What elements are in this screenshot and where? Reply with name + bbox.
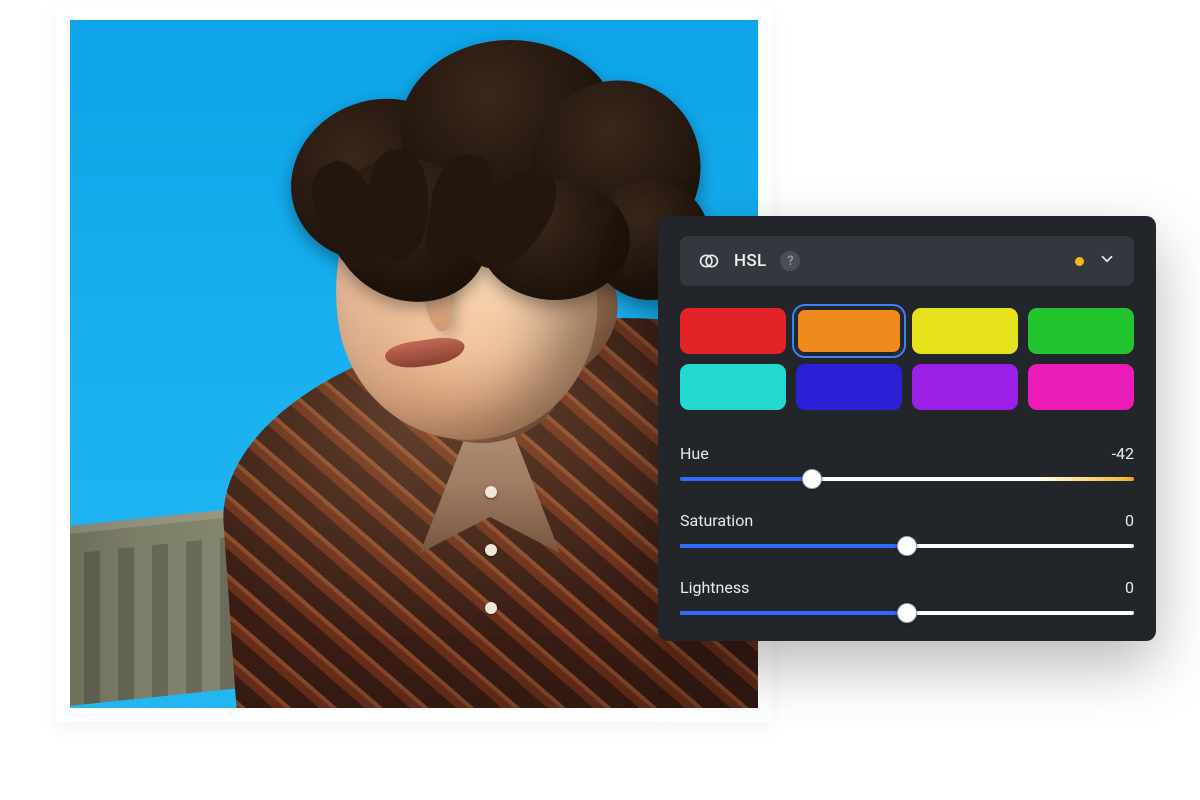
- help-icon[interactable]: ?: [780, 251, 800, 271]
- shirt-buttons: [485, 428, 497, 648]
- saturation-slider-group: Saturation 0: [680, 511, 1134, 548]
- swatch-red[interactable]: [680, 308, 786, 354]
- hue-slider-thumb[interactable]: [802, 469, 822, 489]
- swatch-blue[interactable]: [796, 364, 902, 410]
- hue-slider[interactable]: [680, 477, 1134, 481]
- saturation-value: 0: [1125, 511, 1134, 530]
- chevron-down-icon[interactable]: [1098, 250, 1116, 272]
- swatch-cyan[interactable]: [680, 364, 786, 410]
- swatch-purple[interactable]: [912, 364, 1018, 410]
- swatch-yellow[interactable]: [912, 308, 1018, 354]
- saturation-slider-fill: [680, 544, 907, 548]
- hsl-panel-header[interactable]: HSL ?: [680, 236, 1134, 286]
- lightness-slider[interactable]: [680, 611, 1134, 615]
- saturation-slider-thumb[interactable]: [897, 536, 917, 556]
- hsl-panel-title: HSL: [734, 251, 766, 271]
- compare-icon: [698, 250, 720, 272]
- swatch-magenta[interactable]: [1028, 364, 1134, 410]
- lightness-slider-group: Lightness 0: [680, 578, 1134, 615]
- hue-slider-fill: [680, 477, 812, 481]
- lightness-value: 0: [1125, 578, 1134, 597]
- color-swatches: [680, 308, 1134, 410]
- photo-subject: [70, 20, 758, 708]
- hue-label: Hue: [680, 444, 709, 463]
- edited-photo: [70, 20, 758, 708]
- hue-value: -42: [1112, 444, 1134, 463]
- hsl-panel: HSL ? Hue -42 Saturation 0 Lightness: [658, 216, 1156, 641]
- hue-slider-group: Hue -42: [680, 444, 1134, 481]
- saturation-label: Saturation: [680, 511, 753, 530]
- swatch-orange[interactable]: [796, 308, 902, 354]
- lightness-slider-thumb[interactable]: [897, 603, 917, 623]
- hair-fringe: [320, 160, 550, 280]
- lightness-slider-fill: [680, 611, 907, 615]
- swatch-green[interactable]: [1028, 308, 1134, 354]
- lightness-label: Lightness: [680, 578, 749, 597]
- saturation-slider[interactable]: [680, 544, 1134, 548]
- status-dot: [1075, 257, 1084, 266]
